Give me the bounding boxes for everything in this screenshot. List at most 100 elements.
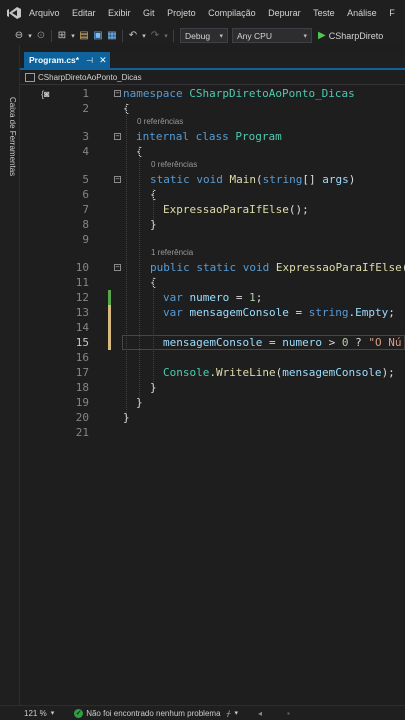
reference-count-text: 0 referências: [151, 160, 198, 169]
chevron-down-icon[interactable]: ▾: [51, 709, 55, 717]
code-editor[interactable]: {◙ 1− namespace CSharpDiretoAoPonto_Dicas…: [20, 86, 405, 705]
line-number: 3: [82, 130, 89, 143]
reference-count-text: 0 referências: [137, 117, 184, 126]
menu-editar[interactable]: Editar: [72, 8, 96, 18]
chevron-down-icon[interactable]: ▾: [69, 29, 77, 43]
menu-exibir[interactable]: Exibir: [108, 8, 131, 18]
line-number: 16: [75, 351, 89, 364]
issues-status[interactable]: Não foi encontrado nenhum problema: [86, 709, 220, 718]
chevron-down-icon[interactable]: ▾: [235, 709, 239, 717]
toolbar-separator: [51, 29, 52, 42]
tab-title: Program.cs*: [29, 55, 80, 65]
chevron-down-icon: ▾: [303, 32, 307, 40]
collapse-icon[interactable]: −: [114, 90, 121, 97]
close-icon[interactable]: ✕: [99, 55, 107, 66]
collapse-icon[interactable]: −: [114, 133, 121, 140]
collapse-icon[interactable]: −: [114, 264, 121, 271]
start-debug-icon[interactable]: ▶: [318, 30, 326, 41]
visual-studio-logo-icon[interactable]: [6, 6, 22, 20]
line-number: 10: [75, 261, 89, 274]
check-icon: ✓: [74, 708, 84, 718]
menu-depurar[interactable]: Depurar: [268, 8, 301, 18]
code-text: var mensagemConsole = string.Empty;: [163, 306, 395, 319]
code-text: Console.WriteLine(mensagemConsole);: [163, 366, 395, 379]
reference-count-lens[interactable]: 1 referência: [20, 248, 405, 259]
toolbox-tab[interactable]: Caixa de Ferramentas: [3, 97, 17, 176]
navigate-forward-icon[interactable]: ⊙: [34, 29, 48, 43]
reference-count-lens[interactable]: 0 referências: [20, 160, 405, 171]
change-tracking-bar: [108, 320, 111, 335]
configuration-value: Debug: [185, 30, 211, 41]
code-line: 20}: [20, 410, 405, 425]
new-project-icon[interactable]: ⊞: [55, 29, 69, 43]
reference-count-lens[interactable]: 0 referências: [20, 117, 405, 128]
document-tab-row: Program.cs* ⊣ ✕: [20, 52, 405, 70]
change-tracking-bar: [108, 305, 111, 320]
toolbox-strip: Caixa de Ferramentas: [0, 45, 20, 705]
menu-projeto[interactable]: Projeto: [167, 8, 196, 18]
line-number: 18: [75, 381, 89, 394]
menu-teste[interactable]: Teste: [313, 8, 335, 18]
code-text: internal class Program: [136, 130, 282, 143]
code-text: namespace CSharpDiretoAoPonto_Dicas: [123, 87, 355, 100]
menu-arquivo[interactable]: Arquivo: [29, 8, 60, 18]
navigate-back-icon[interactable]: ⊖: [12, 29, 26, 43]
status-bar: 121 % ▾ ✓ Não foi encontrado nenhum prob…: [0, 705, 405, 720]
chevron-down-icon[interactable]: ▾: [162, 29, 170, 43]
navigation-bar[interactable]: CSharpDiretoAoPonto_Dicas: [20, 71, 405, 85]
line-number: 6: [82, 188, 89, 201]
tab-program-cs[interactable]: Program.cs* ⊣ ✕: [24, 52, 110, 68]
code-line: 3 − internal class Program: [20, 129, 405, 144]
pin-icon[interactable]: ⊣: [86, 56, 93, 65]
line-number: 5: [82, 173, 89, 186]
code-line: 16: [20, 350, 405, 365]
project-icon: [25, 73, 35, 82]
code-line: 19}: [20, 395, 405, 410]
reference-count-text: 1 referência: [151, 248, 194, 257]
indent-guide: [153, 189, 154, 219]
code-text: }: [123, 411, 130, 424]
scroll-marker[interactable]: ▪: [287, 709, 290, 718]
save-all-icon[interactable]: ▦: [105, 29, 119, 43]
chevron-down-icon[interactable]: ▾: [140, 29, 148, 43]
code-line: 21: [20, 425, 405, 440]
open-folder-icon[interactable]: ▤: [77, 29, 91, 43]
line-number: 12: [75, 291, 89, 304]
line-number: 14: [75, 321, 89, 334]
zoom-level[interactable]: 121 %: [24, 709, 47, 718]
save-icon[interactable]: ▣: [91, 29, 105, 43]
code-line: 6{: [20, 187, 405, 202]
chevron-down-icon[interactable]: ▾: [26, 29, 34, 43]
code-line: 10 − public static void ExpressaoParaIfEls…: [20, 260, 405, 275]
brush-icon[interactable]: ᚋ: [227, 709, 231, 718]
menu-ferramentas[interactable]: F: [389, 8, 395, 18]
code-line: 7 ExpressaoParaIfElse();: [20, 202, 405, 217]
collapse-icon[interactable]: −: [114, 176, 121, 183]
line-number: 20: [75, 411, 89, 424]
line-number: 21: [75, 426, 89, 439]
indent-guide: [139, 146, 140, 397]
start-project-label[interactable]: CSharpDireto: [329, 31, 384, 41]
code-text: var numero = 1;: [163, 291, 263, 304]
code-text: }: [136, 396, 143, 409]
redo-icon[interactable]: ↷: [148, 29, 162, 43]
scroll-left-icon[interactable]: ◂: [258, 709, 262, 718]
code-line: 4{: [20, 144, 405, 159]
code-line: 9: [20, 232, 405, 247]
code-line: 5 − static void Main(string[] args): [20, 172, 405, 187]
undo-icon[interactable]: ↶: [126, 29, 140, 43]
menu-compilacao[interactable]: Compilação: [208, 8, 256, 18]
line-number: 1: [82, 87, 89, 100]
menu-analise[interactable]: Análise: [347, 8, 377, 18]
toolbar: ⊖ ▾ ⊙ ⊞ ▾ ▤ ▣ ▦ ↶ ▾ ↷ ▾ Debug ▾ Any CPU …: [0, 26, 405, 45]
current-line-highlight: [122, 335, 405, 350]
configuration-dropdown[interactable]: Debug ▾: [180, 28, 228, 43]
toolbar-separator: [122, 29, 123, 42]
menu-git[interactable]: Git: [143, 8, 155, 18]
code-line: 17 Console.WriteLine(mensagemConsole);: [20, 365, 405, 380]
code-line: 11{: [20, 275, 405, 290]
menu-bar: Arquivo Editar Exibir Git Projeto Compil…: [0, 0, 405, 26]
line-number: 13: [75, 306, 89, 319]
line-number: 17: [75, 366, 89, 379]
platform-dropdown[interactable]: Any CPU ▾: [232, 28, 312, 43]
